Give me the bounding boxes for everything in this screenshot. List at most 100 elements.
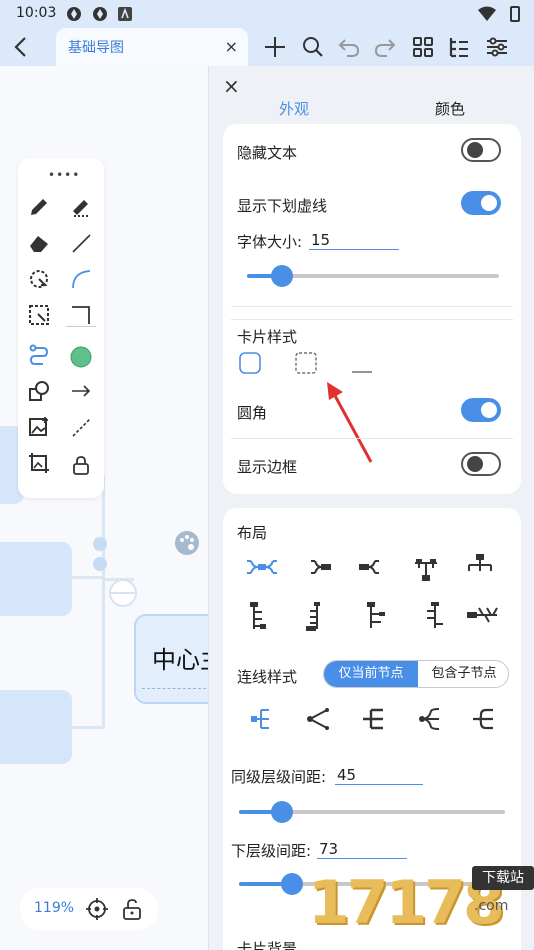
tab-appearance[interactable]: 外观 — [279, 98, 309, 119]
back-arrow-icon[interactable] — [8, 34, 34, 60]
drawing-toolbox: •••• — [18, 158, 104, 498]
status-time: 10:03 — [16, 5, 57, 21]
show-underline-toggle[interactable] — [461, 191, 501, 215]
layout-timeline-icon[interactable] — [467, 602, 501, 632]
document-tab[interactable]: 基础导图 × — [56, 28, 248, 66]
add-icon[interactable] — [262, 34, 288, 60]
arc-tool-icon[interactable] — [68, 266, 94, 292]
slider-thumb[interactable] — [270, 801, 293, 823]
card-style-rounded-icon[interactable] — [239, 352, 261, 378]
layout-bidirectional-icon[interactable] — [245, 552, 279, 582]
tab-title: 基础导图 — [68, 40, 124, 56]
drag-handle-icon[interactable]: •••• — [48, 168, 80, 182]
battery-icon — [510, 6, 520, 22]
add-image-icon[interactable] — [26, 414, 52, 440]
card-style-dashed-icon[interactable] — [295, 352, 317, 378]
hide-text-toggle[interactable] — [461, 138, 501, 162]
line-style-segmented: 仅当前节点 包含子节点 — [323, 660, 509, 688]
tool-divider — [66, 326, 96, 327]
sibling-spacing-slider[interactable] — [239, 801, 505, 823]
color-swatch-icon[interactable] — [68, 344, 94, 370]
app-notification-icon — [66, 6, 82, 22]
line-tool-icon[interactable] — [68, 230, 94, 256]
central-topic-node[interactable]: 中心主 — [134, 614, 208, 704]
eraser-icon[interactable] — [26, 230, 52, 256]
line-style-label: 连线样式 — [237, 668, 298, 686]
layout-up-icon[interactable] — [463, 550, 497, 580]
dashed-line-icon[interactable] — [68, 414, 94, 440]
select-box-icon[interactable] — [26, 302, 52, 328]
status-bar: 10:03 — [0, 0, 534, 28]
node-add-circle-icon[interactable] — [108, 578, 138, 612]
pencil-icon[interactable] — [26, 194, 52, 220]
search-icon[interactable] — [300, 34, 326, 60]
connector-line — [72, 726, 104, 729]
redo-icon[interactable] — [372, 34, 398, 60]
panel-close-button[interactable]: × — [223, 74, 240, 98]
tab-close-button[interactable]: × — [225, 37, 238, 56]
show-underline-label: 显示下划虚线 — [237, 197, 328, 215]
marker-icon[interactable] — [68, 194, 94, 220]
layout-tree-center-icon[interactable] — [357, 602, 391, 632]
line-style-rounded-icon[interactable] — [467, 704, 501, 734]
appearance-card: 隐藏文本 显示下划虚线 字体大小: 15 卡片样式 圆角 显示边框 — [223, 124, 521, 494]
child-spacing-field[interactable]: 73 — [317, 840, 407, 859]
grid-icon[interactable] — [410, 34, 436, 60]
tab-color[interactable]: 颜色 — [435, 98, 465, 119]
child-spacing-label: 下层级间距: — [231, 842, 312, 860]
palette-icon[interactable] — [174, 530, 200, 560]
layout-right-icon[interactable] — [305, 552, 339, 582]
layout-tree-right-icon[interactable] — [241, 602, 275, 632]
divider — [231, 319, 513, 320]
layout-left-icon[interactable] — [353, 552, 387, 582]
font-size-field[interactable]: 15 — [309, 231, 399, 250]
image-crop-icon[interactable] — [26, 450, 52, 476]
red-arrow-annotation-icon — [325, 382, 375, 470]
connector-tool-icon[interactable] — [26, 342, 52, 368]
line-style-bracket-icon[interactable] — [357, 704, 391, 734]
slider-thumb[interactable] — [281, 873, 304, 895]
layout-down-icon[interactable] — [409, 556, 443, 586]
watermark-tag: 下载站 — [472, 866, 534, 890]
notification-a-icon — [118, 6, 134, 22]
hide-text-label: 隐藏文本 — [237, 144, 298, 162]
mindmap-node[interactable] — [0, 542, 72, 616]
divider — [231, 306, 513, 307]
rounded-label: 圆角 — [237, 404, 268, 422]
line-style-curve-icon[interactable] — [413, 704, 447, 734]
mindmap-node[interactable] — [0, 690, 72, 764]
corner-tool-icon[interactable] — [68, 302, 94, 328]
layout-tree-left-icon[interactable] — [297, 602, 331, 632]
rounded-toggle[interactable] — [461, 398, 501, 422]
style-panel: × 外观 颜色 隐藏文本 显示下划虚线 字体大小: 15 卡片样式 圆角 显示边… — [208, 66, 534, 950]
divider — [231, 438, 513, 439]
lock-icon[interactable] — [68, 452, 94, 478]
shapes-icon[interactable] — [26, 378, 52, 404]
zoom-level[interactable]: 119% — [34, 900, 74, 916]
mindmap-canvas[interactable]: 中心主 •••• — [0, 66, 208, 950]
card-style-label: 卡片样式 — [237, 328, 298, 346]
card-style-line-icon[interactable] — [351, 360, 373, 379]
sibling-spacing-field[interactable]: 45 — [335, 766, 423, 785]
line-style-current-node[interactable]: 仅当前节点 — [324, 661, 418, 687]
outline-icon[interactable] — [446, 34, 472, 60]
line-style-tree-icon[interactable] — [245, 704, 279, 734]
arrow-tool-icon[interactable] — [68, 378, 94, 404]
undo-icon[interactable] — [336, 34, 362, 60]
font-size-slider[interactable] — [247, 265, 499, 287]
slider-thumb[interactable] — [271, 265, 294, 287]
unlock-icon[interactable] — [122, 898, 142, 924]
line-style-include-children[interactable]: 包含子节点 — [418, 661, 508, 687]
layout-label: 布局 — [237, 524, 268, 542]
node-handle-icon[interactable] — [90, 536, 110, 580]
central-topic-text: 中心主 — [152, 646, 208, 674]
layout-tree-both-icon[interactable] — [417, 602, 451, 632]
locate-center-icon[interactable] — [86, 898, 108, 924]
show-border-toggle[interactable] — [461, 452, 501, 476]
show-border-label: 显示边框 — [237, 458, 298, 476]
settings-sliders-icon[interactable] — [484, 34, 510, 60]
lasso-icon[interactable] — [26, 266, 52, 292]
watermark-domain: .com — [474, 898, 509, 914]
line-style-fan-icon[interactable] — [301, 704, 335, 734]
underline-dash — [142, 688, 208, 689]
